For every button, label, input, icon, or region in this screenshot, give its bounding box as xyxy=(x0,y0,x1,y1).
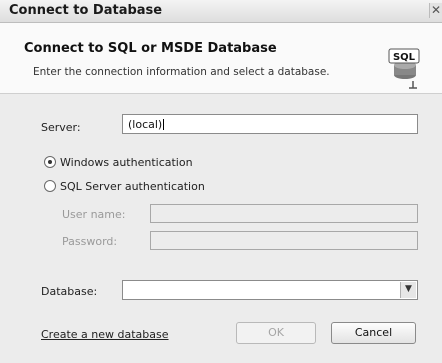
ok-button[interactable]: OK xyxy=(236,322,316,344)
database-select[interactable]: ▼ xyxy=(122,280,418,300)
sql-database-icon: SQL xyxy=(388,48,420,89)
password-input[interactable] xyxy=(150,231,418,250)
server-label: Server: xyxy=(41,121,81,134)
header-subtitle: Enter the connection information and sel… xyxy=(33,66,330,78)
text-caret xyxy=(163,119,165,130)
windows-auth-radio[interactable] xyxy=(44,156,56,168)
header-title: Connect to SQL or MSDE Database xyxy=(24,41,277,56)
sql-auth-radio[interactable] xyxy=(44,180,56,192)
close-icon[interactable]: ✕ xyxy=(429,3,442,18)
chevron-down-icon[interactable]: ▼ xyxy=(400,282,416,298)
sql-icon-text: SQL xyxy=(393,52,416,63)
title-bar[interactable]: Connect to Database ✕ xyxy=(0,0,442,23)
connect-dialog: Connect to Database ✕ Connect to SQL or … xyxy=(0,0,442,363)
dialog-header: Connect to SQL or MSDE Database Enter th… xyxy=(0,23,442,94)
password-label: Password: xyxy=(62,235,118,248)
sql-auth-label[interactable]: SQL Server authentication xyxy=(60,180,205,193)
server-value: (local) xyxy=(128,118,163,131)
username-input[interactable] xyxy=(150,204,418,223)
server-input[interactable]: (local) xyxy=(122,114,418,134)
windows-auth-label[interactable]: Windows authentication xyxy=(60,156,193,169)
database-label: Database: xyxy=(41,285,98,298)
cancel-button[interactable]: Cancel xyxy=(331,322,416,344)
window-title: Connect to Database xyxy=(9,3,163,18)
username-label: User name: xyxy=(62,208,126,221)
create-database-link[interactable]: Create a new database xyxy=(41,328,169,341)
